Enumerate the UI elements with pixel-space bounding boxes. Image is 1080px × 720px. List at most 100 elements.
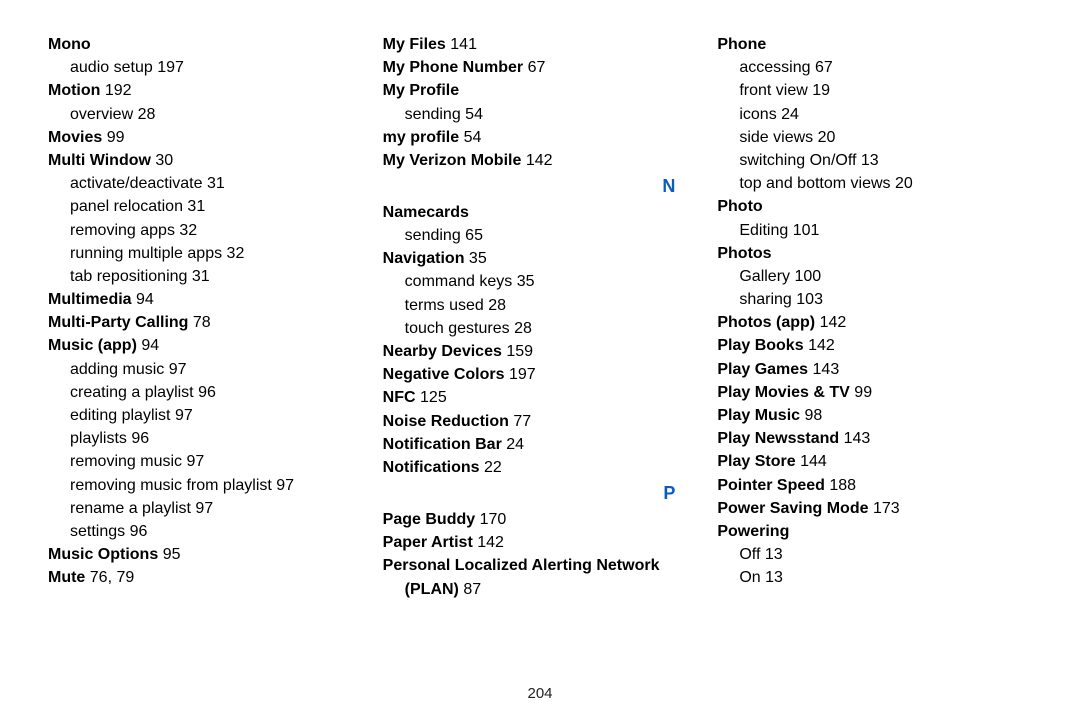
index-entry: Play Newsstand 143	[717, 427, 1032, 450]
index-label: top and bottom views	[739, 175, 890, 192]
index-entry: Noise Reduction 77	[383, 410, 698, 433]
index-subentry: switching On/Off 13	[717, 149, 1032, 172]
index-entry: Multimedia 94	[48, 288, 363, 311]
index-label: Phone	[717, 36, 766, 53]
index-label: activate/deactivate	[70, 175, 203, 192]
index-page-ref: 20	[895, 175, 913, 192]
index-label: Off	[739, 546, 760, 563]
index-label: Pointer Speed	[717, 477, 825, 494]
index-label: Photos (app)	[717, 314, 815, 331]
index-label: Navigation	[383, 250, 465, 267]
index-page-ref: 96	[131, 430, 149, 447]
index-section-letter: N	[383, 172, 698, 201]
index-label: audio setup	[70, 59, 153, 76]
index-label: Music (app)	[48, 337, 137, 354]
index-label: Multi-Party Calling	[48, 314, 188, 331]
index-subentry: overview 28	[48, 103, 363, 126]
index-label: Nearby Devices	[383, 343, 502, 360]
index-subentry: tab repositioning 31	[48, 265, 363, 288]
index-section-letter: P	[383, 479, 698, 508]
index-subentry: sharing 103	[717, 288, 1032, 311]
index-page-ref: 103	[796, 291, 823, 308]
index-subentry: terms used 28	[383, 294, 698, 317]
index-page-ref: 96	[130, 523, 148, 540]
index-page-ref: 20	[818, 129, 836, 146]
index-entry: Notifications 22	[383, 456, 698, 479]
index-page-ref: 13	[765, 546, 783, 563]
index-page-ref: 78	[193, 314, 211, 331]
index-page-ref: 125	[420, 389, 447, 406]
index-page-ref: 13	[861, 152, 879, 169]
index-label: Power Saving Mode	[717, 500, 868, 517]
index-page-ref: 142	[820, 314, 847, 331]
index-page-ref: 97	[186, 453, 204, 470]
index-page-ref: 19	[812, 82, 830, 99]
index-label: removing music	[70, 453, 182, 470]
index-label: editing playlist	[70, 407, 171, 424]
index-page-ref: 99	[854, 384, 872, 401]
index-label: rename a playlist	[70, 500, 191, 517]
index-subentry: adding music 97	[48, 358, 363, 381]
index-label: Play Movies & TV	[717, 384, 850, 401]
index-label: Paper Artist	[383, 534, 473, 551]
index-page-ref: 97	[175, 407, 193, 424]
index-label: creating a playlist	[70, 384, 194, 401]
index-page-ref: 76, 79	[90, 569, 134, 586]
index-page-ref: 192	[105, 82, 132, 99]
index-page-ref: 35	[517, 273, 535, 290]
index-label: front view	[739, 82, 807, 99]
index-label: My Phone Number	[383, 59, 523, 76]
index-subentry: side views 20	[717, 126, 1032, 149]
index-label: My Profile	[383, 82, 459, 99]
index-page-ref: 13	[765, 569, 783, 586]
index-entry: my profile 54	[383, 126, 698, 149]
index-entry: Play Music 98	[717, 404, 1032, 427]
index-page-ref: 31	[207, 175, 225, 192]
index-entry: Navigation 35	[383, 247, 698, 270]
index-entry: Music Options 95	[48, 543, 363, 566]
index-label: Play Newsstand	[717, 430, 839, 447]
index-label: sending	[405, 227, 461, 244]
index-label: (PLAN)	[405, 581, 459, 598]
index-page-ref: 28	[514, 320, 532, 337]
index-entry: Namecards	[383, 201, 698, 224]
index-page-ref: 141	[450, 36, 477, 53]
index-page-ref: 94	[136, 291, 154, 308]
index-column: My Files 141My Phone Number 67My Profile…	[383, 33, 698, 601]
index-label: Page Buddy	[383, 511, 475, 528]
index-page-ref: 87	[463, 581, 481, 598]
index-entry: Multi-Party Calling 78	[48, 311, 363, 334]
index-label: sending	[405, 106, 461, 123]
index-entry: Power Saving Mode 173	[717, 497, 1032, 520]
index-entry: Nearby Devices 159	[383, 340, 698, 363]
index-label: Movies	[48, 129, 102, 146]
index-page-ref: 77	[513, 413, 531, 430]
index-label: Play Games	[717, 361, 808, 378]
index-subentry: rename a playlist 97	[48, 497, 363, 520]
index-page-ref: 98	[805, 407, 823, 424]
index-label: NFC	[383, 389, 416, 406]
index-label: touch gestures	[405, 320, 510, 337]
index-label: Negative Colors	[383, 366, 505, 383]
index-page-ref: 96	[198, 384, 216, 401]
index-page-ref: 67	[528, 59, 546, 76]
index-label: Play Music	[717, 407, 800, 424]
index-entry: Photos	[717, 242, 1032, 265]
index-entry: Personal Localized Alerting Network	[383, 554, 698, 577]
index-subentry: On 13	[717, 566, 1032, 589]
index-subentry: removing music from playlist 97	[48, 474, 363, 497]
index-page-ref: 197	[509, 366, 536, 383]
index-page-ref: 24	[506, 436, 524, 453]
index-label: My Verizon Mobile	[383, 152, 522, 169]
index-column: Phoneaccessing 67front view 19icons 24si…	[717, 33, 1032, 601]
index-entry: Music (app) 94	[48, 334, 363, 357]
index-entry: Photos (app) 142	[717, 311, 1032, 334]
index-entry: Mono	[48, 33, 363, 56]
index-page-ref: 197	[157, 59, 184, 76]
index-page-ref: 173	[873, 500, 900, 517]
index-entry: Pointer Speed 188	[717, 474, 1032, 497]
index-subentry: touch gestures 28	[383, 317, 698, 340]
index-label: Noise Reduction	[383, 413, 509, 430]
index-page-ref: 28	[138, 106, 156, 123]
index-entry: My Phone Number 67	[383, 56, 698, 79]
